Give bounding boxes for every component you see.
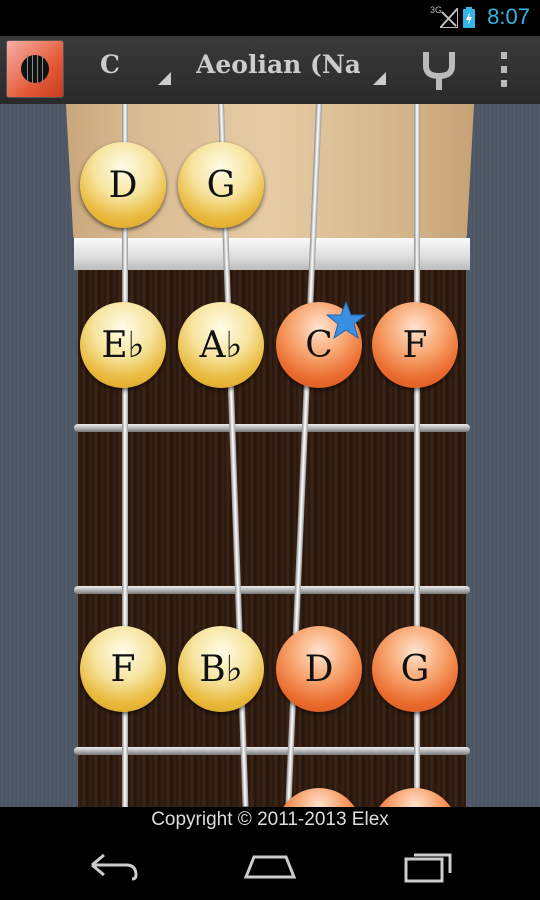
navigation-bar: [0, 833, 540, 900]
action-bar: C Aeolian (Na: [0, 36, 540, 106]
root-star-icon: [326, 300, 366, 340]
note-open-string-1[interactable]: D: [80, 142, 166, 228]
signal-icon: [440, 8, 458, 28]
copyright-text: Copyright © 2011-2013 Elex: [0, 807, 540, 833]
home-icon[interactable]: [240, 843, 300, 887]
fretboard-view[interactable]: D G E♭ A♭ C F F B♭ D G: [0, 104, 540, 807]
overflow-menu-icon[interactable]: [494, 50, 514, 90]
fret-wire: [74, 586, 470, 594]
battery-charging-icon: [463, 7, 475, 28]
status-bar: 3G 8:07: [0, 0, 540, 36]
fret-wire: [74, 747, 470, 755]
recent-apps-icon[interactable]: [398, 843, 458, 887]
app-icon[interactable]: [6, 40, 64, 98]
clock: 8:07: [487, 4, 530, 29]
fret-wire: [74, 424, 470, 432]
back-icon[interactable]: [82, 843, 142, 887]
note-fret1-string-2[interactable]: A♭: [178, 302, 264, 388]
note-fret3-string-3[interactable]: D: [276, 626, 362, 712]
mode-selector[interactable]: Aeolian (Na: [196, 50, 360, 79]
tuner-fork-icon[interactable]: [420, 50, 458, 90]
note-fret3-string-1[interactable]: F: [80, 626, 166, 712]
key-selector[interactable]: C: [100, 50, 140, 79]
note-fret1-string-4[interactable]: F: [372, 302, 458, 388]
nut: [74, 238, 470, 270]
note-fret1-string-1[interactable]: E♭: [80, 302, 166, 388]
mode-selector-arrow: [373, 72, 386, 85]
note-fret3-string-2[interactable]: B♭: [178, 626, 264, 712]
key-selector-arrow: [158, 72, 171, 85]
note-fret3-string-4[interactable]: G: [372, 626, 458, 712]
note-open-string-2[interactable]: G: [178, 142, 264, 228]
